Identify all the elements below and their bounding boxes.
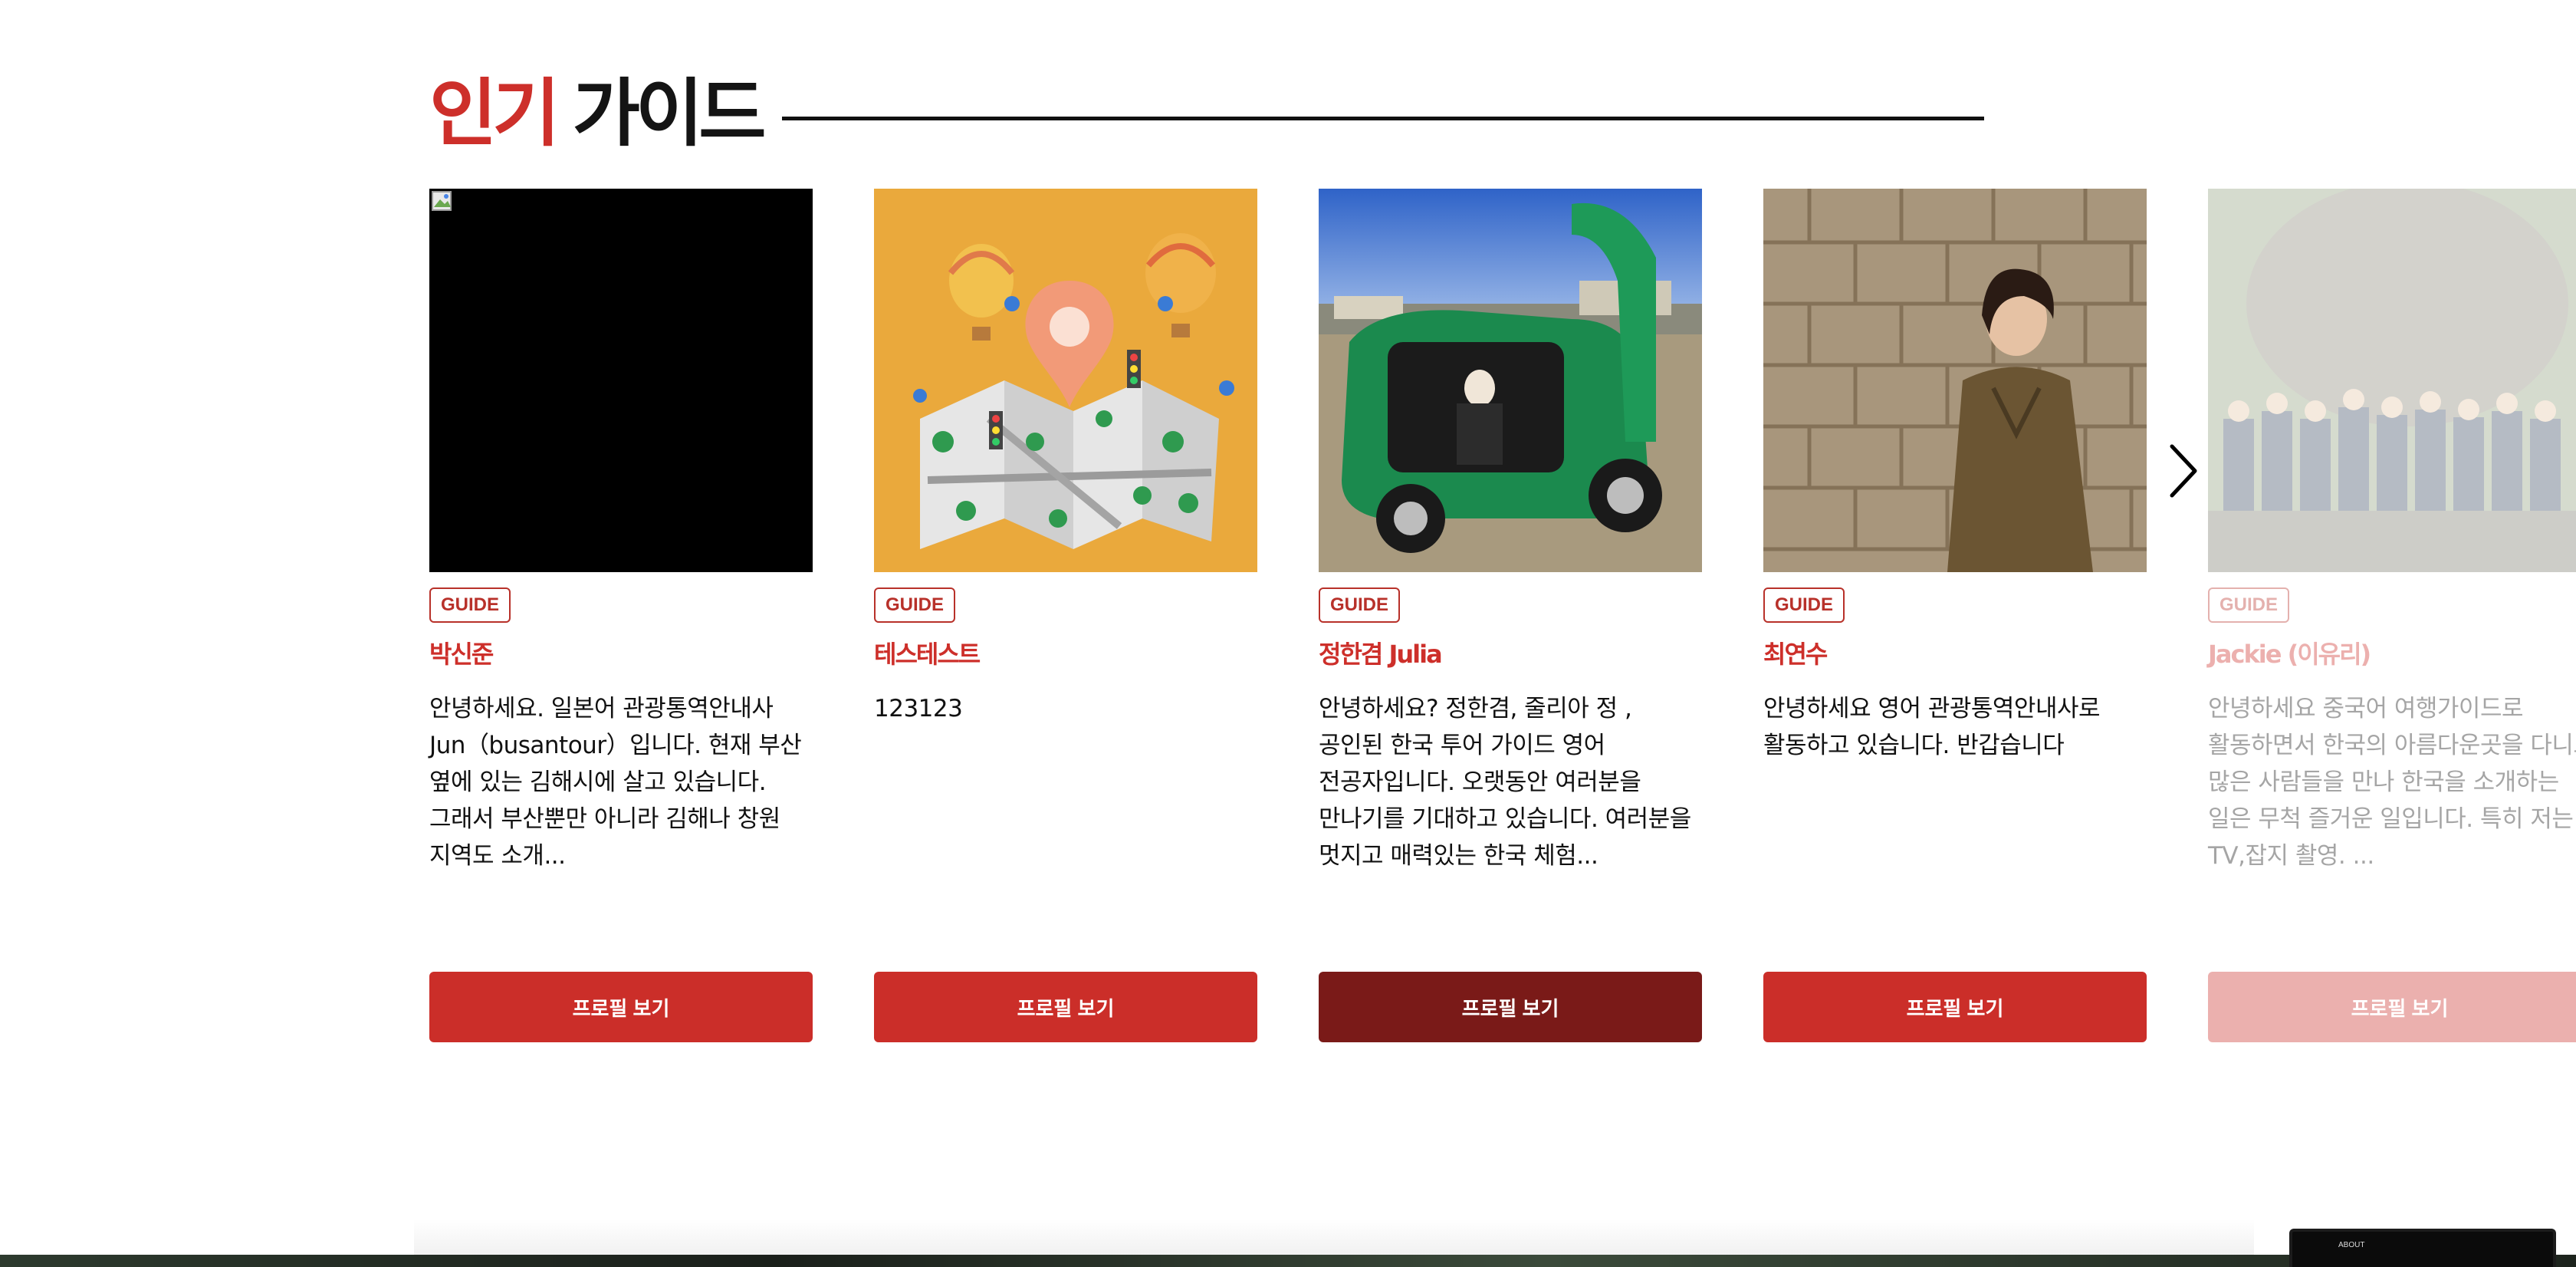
- guide-badge: GUIDE: [2208, 587, 2290, 623]
- guide-description: 안녕하세요? 정한겸, 줄리아 정 , 공인된 한국 투어 가이드 영어 전공자…: [1319, 695, 1691, 870]
- chevron-right-icon[interactable]: [2168, 443, 2199, 499]
- guide-badge: GUIDE: [429, 587, 511, 623]
- guide-name[interactable]: 최연수: [1763, 635, 1828, 670]
- guide-card[interactable]: GUIDE 정한겸 Julia 안녕하세요? 정한겸, 줄리아 정 , 공인된 …: [1319, 189, 1702, 1042]
- view-profile-button[interactable]: 프로필 보기: [2208, 972, 2576, 1042]
- guide-photo-broken[interactable]: [429, 189, 813, 572]
- guide-name[interactable]: Jackie (이유리): [2208, 635, 2371, 670]
- view-profile-button[interactable]: 프로필 보기: [1319, 972, 1702, 1042]
- guide-photo-woman[interactable]: [1763, 189, 2147, 572]
- floating-preview-thumbnail[interactable]: ABOUT: [2289, 1229, 2556, 1267]
- title-rest: 가이드: [572, 71, 767, 156]
- section-header: 인기 가이드: [429, 67, 767, 160]
- guide-name[interactable]: 정한겸 Julia: [1319, 635, 1443, 670]
- title-highlight: 인기: [429, 71, 560, 156]
- guide-card[interactable]: GUIDE 최연수 안녕하세요 영어 관광통역안내사로 활동하고 있습니다. 반…: [1763, 189, 2147, 1042]
- guide-photo-map-illustration[interactable]: [874, 189, 1257, 572]
- guide-description: 안녕하세요 영어 관광통역안내사로 활동하고 있습니다. 반갑습니다: [1763, 695, 2101, 759]
- guide-description: 안녕하세요. 일본어 관광통역안내사 Jun（busantour）입니다. 현재…: [429, 695, 802, 870]
- guide-description: 123123: [874, 695, 963, 722]
- green-car-image: [1319, 189, 1702, 572]
- broken-image-icon: [432, 191, 452, 211]
- guide-card[interactable]: GUIDE 박신준 안녕하세요. 일본어 관광통역안내사 Jun（busanto…: [429, 189, 813, 1042]
- guide-photo-group[interactable]: [2208, 189, 2576, 572]
- guide-name[interactable]: 테스테스트: [874, 635, 981, 670]
- map-illustration-image: [874, 189, 1257, 572]
- view-profile-button[interactable]: 프로필 보기: [1763, 972, 2147, 1042]
- guide-description: 안녕하세요 중국어 여행가이드로 활동하면서 한국의 아름다운곳을 다니고 많은…: [2208, 695, 2576, 870]
- guide-card[interactable]: GUIDE 테스테스트 123123 프로필 보기: [874, 189, 1257, 1042]
- view-profile-button[interactable]: 프로필 보기: [874, 972, 1257, 1042]
- guide-name[interactable]: 박신준: [429, 635, 494, 670]
- page-title: 인기 가이드: [429, 77, 767, 150]
- thumb-label: ABOUT: [2338, 1241, 2365, 1249]
- footer-shadow: [414, 1219, 2254, 1255]
- footer-banner-edge: [0, 1255, 2576, 1267]
- guide-badge: GUIDE: [874, 587, 956, 623]
- woman-stone-wall-image: [1763, 189, 2147, 572]
- group-photo-image: [2208, 189, 2576, 572]
- guide-badge: GUIDE: [1763, 587, 1845, 623]
- guide-photo-green-car[interactable]: [1319, 189, 1702, 572]
- view-profile-button[interactable]: 프로필 보기: [429, 972, 813, 1042]
- title-divider: [782, 117, 1984, 120]
- guide-card[interactable]: GUIDE Jackie (이유리) 안녕하세요 중국어 여행가이드로 활동하면…: [2208, 189, 2576, 1042]
- guide-badge: GUIDE: [1319, 587, 1401, 623]
